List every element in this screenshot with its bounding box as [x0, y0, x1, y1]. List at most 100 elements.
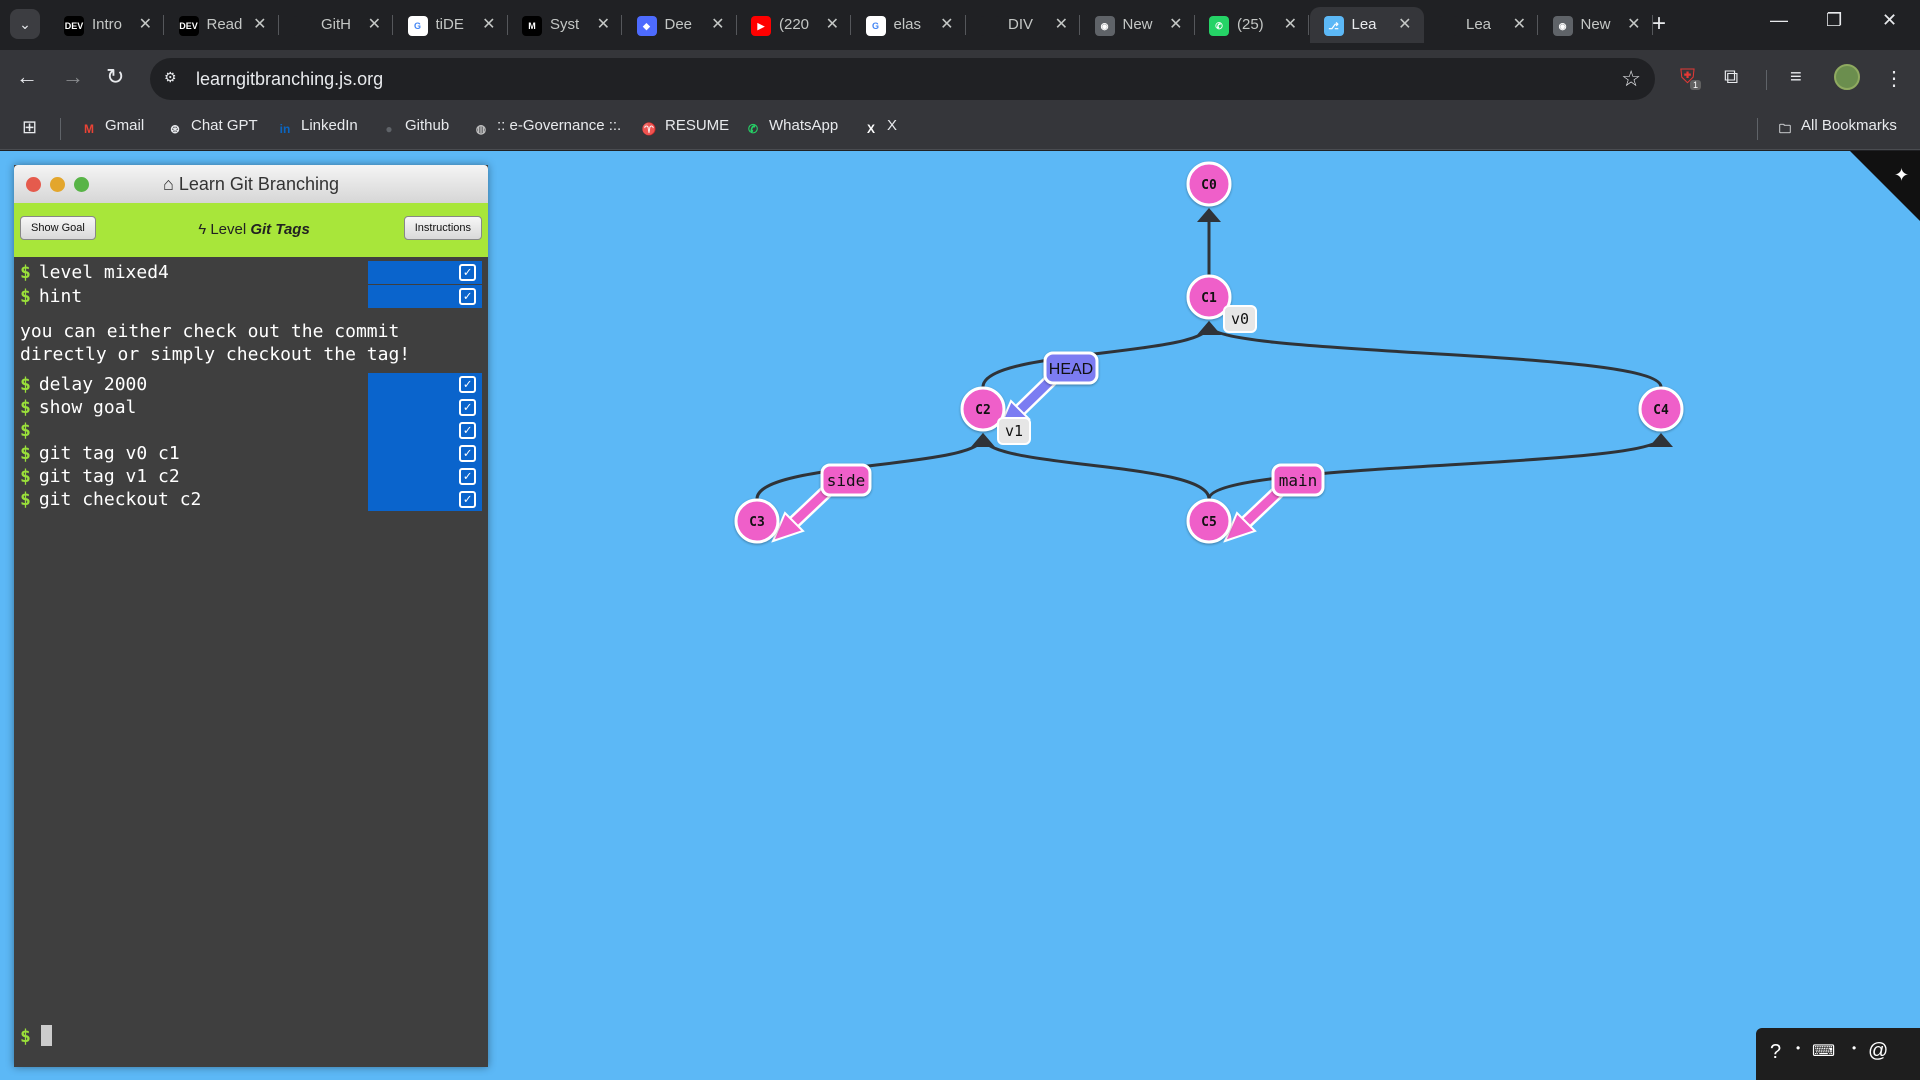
back-button[interactable]: ← [16, 64, 38, 90]
command-prompt: $ [20, 489, 31, 510]
tab-close-icon[interactable]: ✕ [253, 14, 266, 34]
browser-tab[interactable]: GtiDE ✕ [394, 7, 508, 43]
help-question-icon[interactable]: ? [1770, 1041, 1781, 1064]
browser-tab[interactable]: ◆ Dee ✕ [623, 7, 737, 43]
tab-title: Read [206, 16, 243, 33]
tab-favicon-icon [980, 16, 1000, 36]
apps-grid-icon[interactable]: ⊞ [22, 117, 37, 138]
command-prompt: $ [20, 443, 31, 464]
all-bookmarks-label: All Bookmarks [1801, 117, 1897, 134]
browser-tab[interactable]: Lea ✕ [1424, 7, 1538, 43]
media-controls-icon[interactable]: ≡ [1790, 66, 1802, 89]
show-goal-button[interactable]: Show Goal [20, 216, 96, 240]
command-input[interactable]: $ [20, 1025, 52, 1047]
level-title: ϟ Level Git Tags [164, 221, 344, 238]
tab-close-icon[interactable]: ✕ [1627, 14, 1640, 34]
tab-close-icon[interactable]: ✕ [1284, 14, 1297, 34]
tab-favicon-icon: G [865, 16, 886, 36]
browser-tab[interactable]: ◉ New ✕ [1539, 7, 1653, 43]
restore-icon[interactable]: ❐ [1826, 10, 1842, 31]
command-prompt: $ [20, 420, 31, 441]
tab-title: DIV [1008, 16, 1034, 33]
corner-ribbon[interactable]: ✦ [1850, 151, 1920, 221]
extensions-puzzle-icon[interactable]: ⧉ [1724, 66, 1738, 89]
checkbox-icon: ✓ [459, 422, 476, 439]
tab-favicon-icon: DEV [178, 16, 199, 36]
bookmark-icon: ● [385, 122, 393, 136]
command-status: ✓ [368, 284, 482, 308]
new-tab-button[interactable]: + [1652, 10, 1666, 38]
url-text[interactable]: learngitbranching.js.org [196, 69, 383, 90]
instructions-button[interactable]: Instructions [403, 216, 482, 240]
bookmark-item[interactable]: ♈ RESUME [640, 117, 730, 138]
level-name: Git Tags [250, 221, 310, 238]
bookmarks-divider [1757, 118, 1758, 140]
browser-tab[interactable]: DEV Intro ✕ [50, 7, 164, 43]
bookmark-star-icon[interactable]: ☆ [1621, 66, 1641, 92]
tab-close-icon[interactable]: ✕ [940, 14, 953, 34]
browser-tab[interactable]: ▶ (220 ✕ [737, 7, 851, 43]
minimize-icon[interactable]: — [1770, 10, 1788, 31]
bookmark-item[interactable]: M Gmail [80, 117, 144, 138]
terminal-title-text: Learn Git Branching [178, 174, 339, 194]
command-text: show goal [38, 397, 137, 418]
command-status: ✓ [368, 488, 482, 511]
address-bar[interactable]: ⚙ learngitbranching.js.org ☆ [150, 58, 1655, 100]
browser-tab[interactable]: M Syst ✕ [508, 7, 622, 43]
tab-title: (25) [1237, 16, 1264, 33]
bookmark-item[interactable]: XX [862, 117, 897, 138]
checkbox-icon: ✓ [459, 468, 476, 485]
tab-close-icon[interactable]: ✕ [711, 14, 724, 34]
tab-search-button[interactable]: ⌄ [10, 9, 40, 39]
tab-favicon-icon: ◆ [636, 16, 657, 36]
tab-close-icon[interactable]: ✕ [482, 14, 495, 34]
bookmark-label: Github [405, 117, 450, 134]
bookmark-item[interactable]: ◍:: e-Governance ::. [472, 117, 621, 138]
forward-button[interactable]: → [62, 64, 84, 90]
bookmark-item[interactable]: ● Github [380, 117, 449, 138]
tab-favicon-icon: ⎇ [1323, 16, 1344, 36]
tab-close-icon[interactable]: ✕ [1055, 14, 1068, 34]
bookmark-icon: in [279, 122, 291, 136]
tab-title: Intro [92, 16, 123, 33]
browser-tab[interactable]: ✆ (25) ✕ [1195, 7, 1309, 43]
browser-tab[interactable]: Gelas ✕ [852, 7, 966, 43]
all-bookmarks-button[interactable]: 🗀 All Bookmarks [1776, 117, 1897, 138]
threads-icon[interactable]: @ [1868, 1040, 1888, 1063]
tab-title: Syst [550, 16, 580, 33]
tab-close-icon[interactable]: ✕ [1398, 14, 1411, 34]
browser-tab[interactable]: ⎇ Lea ✕ [1309, 7, 1424, 43]
input-prompt: $ [20, 1026, 31, 1047]
close-window-icon[interactable]: ✕ [1882, 10, 1897, 31]
bookmark-item[interactable]: in LinkedIn [276, 117, 358, 138]
tab-close-icon[interactable]: ✕ [139, 14, 152, 34]
keyboard-icon[interactable]: ⌨ [1812, 1041, 1835, 1061]
tab-close-icon[interactable]: ✕ [597, 14, 610, 34]
toolbar-divider [1766, 70, 1767, 90]
wrench-icon: ✦ [1894, 165, 1909, 186]
site-info-icon[interactable]: ⚙ [164, 69, 184, 89]
browser-tab[interactable]: ◉ New ✕ [1081, 7, 1195, 43]
command-entry: $ ✓ [20, 419, 482, 442]
commit-edge [1207, 324, 1663, 388]
bolt-icon: ϟ [198, 221, 211, 238]
bookmark-item[interactable]: ⊛ Chat GPT [166, 117, 258, 138]
browser-tab[interactable]: DEV Read ✕ [165, 7, 279, 43]
tab-close-icon[interactable]: ✕ [826, 14, 839, 34]
profile-avatar[interactable] [1834, 64, 1860, 90]
command-entry: $ git tag v1 c2 ✓ [20, 465, 482, 488]
tab-close-icon[interactable]: ✕ [368, 14, 381, 34]
tab-close-icon[interactable]: ✕ [1513, 14, 1526, 34]
level-prefix: Level [210, 221, 247, 238]
command-entry: $ level mixed4 ✓ [20, 261, 482, 284]
level-bar: Show Goal ϟ Level Git Tags Instructions [14, 203, 488, 257]
tab-close-icon[interactable]: ✕ [1169, 14, 1182, 34]
menu-kebab-icon[interactable]: ⋮ [1884, 66, 1904, 91]
terminal-window: ⌂ Learn Git Branching Show Goal ϟ Level … [14, 165, 488, 1067]
bookmark-item[interactable]: ✆ WhatsApp [744, 117, 838, 138]
reload-button[interactable]: ↻ [106, 64, 124, 90]
commit-edge [981, 436, 1211, 500]
browser-tab[interactable]: DIV ✕ [966, 7, 1080, 43]
tab-title: New [1122, 16, 1153, 33]
browser-tab[interactable]: GitH ✕ [279, 7, 393, 43]
